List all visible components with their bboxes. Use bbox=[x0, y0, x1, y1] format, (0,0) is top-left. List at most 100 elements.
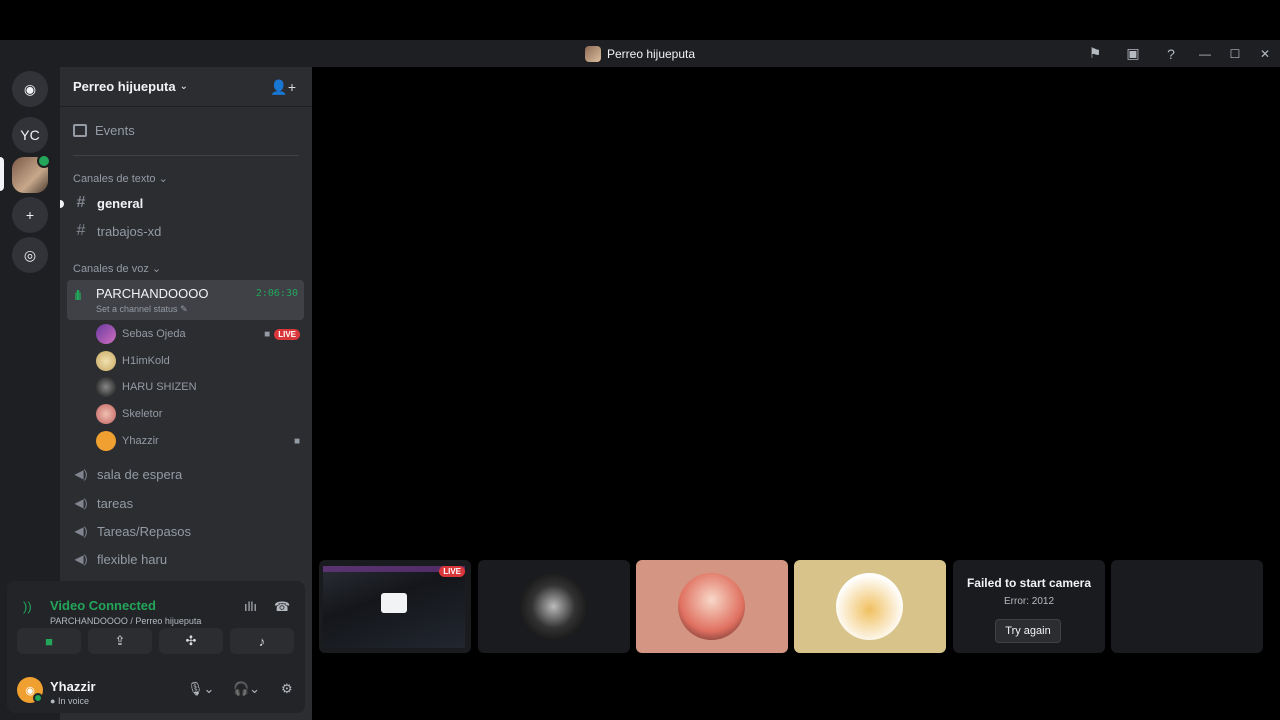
channel-status-text: Set a channel status bbox=[96, 304, 178, 314]
calendar-icon bbox=[73, 124, 87, 137]
voice-controls: ■ ⇪ ✣ ♪ bbox=[17, 628, 294, 654]
unread-indicator bbox=[60, 200, 64, 208]
voice-channel-parchandoooo[interactable]: ıllı PARCHANDOOOO Set a channel status ✎… bbox=[67, 280, 304, 320]
maximize-icon[interactable]: ☐ bbox=[1220, 40, 1250, 67]
channel-general[interactable]: # general bbox=[73, 190, 299, 216]
title-bar: Perreo hijueputa ⚑ ▣ ? — ☐ ✕ bbox=[0, 40, 1280, 67]
stream-tile[interactable]: LIVE bbox=[319, 560, 471, 653]
video-stage: LIVE Failed to start camera Error: 2012 … bbox=[312, 67, 1280, 720]
flag-icon[interactable]: ⚑ bbox=[1076, 40, 1114, 67]
live-badge: LIVE bbox=[439, 566, 465, 577]
user-name: Yhazzir bbox=[50, 679, 96, 694]
category-voice[interactable]: Canales de voz ⌄ bbox=[73, 262, 161, 275]
activities-button[interactable]: ✣ bbox=[159, 628, 223, 654]
participant-tile[interactable] bbox=[794, 560, 946, 653]
status-dot bbox=[33, 693, 43, 703]
top-black-bar bbox=[0, 0, 1280, 40]
channel-label: Tareas/Repasos bbox=[97, 523, 191, 539]
try-again-button[interactable]: Try again bbox=[995, 619, 1061, 643]
participant-tile[interactable] bbox=[478, 560, 630, 653]
channel-label: trabajos-xd bbox=[97, 223, 162, 239]
channel-flexible-haru[interactable]: ◀) flexible haru bbox=[73, 546, 299, 572]
window-title: Perreo hijueputa bbox=[584, 45, 696, 62]
explore-icon[interactable]: ◎ bbox=[12, 237, 48, 273]
voice-channel-name: PARCHANDOOOO bbox=[96, 286, 209, 301]
avatar bbox=[836, 573, 903, 640]
channel-sala-de-espera[interactable]: ◀) sala de espera bbox=[73, 461, 299, 487]
category-text[interactable]: Canales de texto ⌄ bbox=[73, 172, 168, 185]
voice-user-name: Sebas Ojeda bbox=[122, 328, 186, 340]
voice-user[interactable]: Sebas Ojeda ■ LIVE bbox=[96, 323, 300, 345]
disconnect-icon[interactable]: ☎ bbox=[274, 599, 290, 615]
user-status: ● In voice bbox=[50, 696, 89, 706]
category-voice-label: Canales de voz bbox=[73, 263, 149, 275]
noise-suppression-icon[interactable]: ıllı bbox=[244, 599, 257, 614]
channel-trabajos-xd[interactable]: # trabajos-xd bbox=[73, 218, 299, 244]
invite-people-icon[interactable]: 👤+ bbox=[270, 79, 296, 96]
minimize-icon[interactable]: — bbox=[1190, 40, 1220, 67]
events-item[interactable]: Events bbox=[73, 123, 135, 138]
voice-user-name: HARU SHIZEN bbox=[122, 381, 197, 393]
divider bbox=[73, 155, 299, 156]
hash-icon: # bbox=[76, 222, 86, 239]
screen-share-button[interactable]: ⇪ bbox=[88, 628, 152, 654]
voice-timer: 2:06:30 bbox=[255, 288, 298, 299]
user-area: ◉ Yhazzir ● In voice 🎙⌄ 🎧⌄ ⚙ bbox=[17, 677, 297, 717]
guild-yc-label: YC bbox=[20, 127, 40, 143]
camera-button[interactable]: ■ bbox=[17, 628, 81, 654]
channel-tareas-repasos[interactable]: ◀) Tareas/Repasos bbox=[73, 518, 299, 544]
voice-activity-icon: ıllı bbox=[74, 287, 82, 303]
guild-yc[interactable]: YC bbox=[12, 117, 48, 153]
voice-connected-title: Video Connected bbox=[50, 598, 156, 613]
speaker-icon: ◀) bbox=[74, 467, 88, 481]
titlebar-icons: ⚑ ▣ ? — ☐ ✕ bbox=[1076, 40, 1280, 67]
user-status-text: In voice bbox=[57, 696, 89, 706]
chevron-down-icon: ⌄ bbox=[179, 81, 188, 92]
soundboard-button[interactable]: ♪ bbox=[230, 628, 294, 654]
discord-home-icon[interactable]: ◉ bbox=[12, 71, 48, 107]
voice-user[interactable]: Yhazzir ■ bbox=[96, 430, 300, 452]
server-name: Perreo hijueputa bbox=[73, 79, 176, 94]
channel-label: flexible haru bbox=[97, 551, 168, 567]
voice-user[interactable]: HARU SHIZEN bbox=[96, 376, 300, 398]
channel-label: sala de espera bbox=[97, 466, 183, 482]
window-title-text: Perreo hijueputa bbox=[606, 46, 696, 61]
close-icon[interactable]: ✕ bbox=[1250, 40, 1280, 67]
camera-failed-title: Failed to start camera bbox=[966, 576, 1092, 590]
live-badge: LIVE bbox=[274, 328, 300, 340]
avatar bbox=[678, 573, 745, 640]
voice-panel: )) Video Connected PARCHANDOOOO / Perreo… bbox=[7, 581, 305, 713]
monitor-icon bbox=[381, 593, 407, 613]
voice-connected-subtitle[interactable]: PARCHANDOOOO / Perreo hijueputa bbox=[50, 616, 201, 626]
microphone-icon[interactable]: 🎙⌄ bbox=[187, 681, 214, 697]
headphones-icon[interactable]: 🎧⌄ bbox=[233, 681, 260, 697]
settings-gear-icon[interactable]: ⚙ bbox=[281, 681, 293, 697]
camera-failed-error: Error: 2012 bbox=[1003, 596, 1055, 607]
camera-failed-tile: Failed to start camera Error: 2012 Try a… bbox=[953, 560, 1105, 653]
guild-current-server[interactable] bbox=[12, 154, 51, 193]
speaker-icon: ◀) bbox=[74, 524, 88, 538]
voice-user[interactable]: H1imKold bbox=[96, 350, 300, 372]
avatar bbox=[96, 324, 116, 344]
voice-user-name: H1imKold bbox=[122, 355, 170, 367]
add-server-icon[interactable]: + bbox=[12, 197, 48, 233]
hash-icon: # bbox=[76, 194, 86, 211]
screen-share-icon[interactable]: ▣ bbox=[1114, 40, 1152, 67]
events-label: Events bbox=[95, 123, 135, 138]
participant-tile[interactable] bbox=[636, 560, 788, 653]
channel-tareas[interactable]: ◀) tareas bbox=[73, 490, 299, 516]
camera-icon: ■ bbox=[293, 435, 300, 447]
channel-status[interactable]: Set a channel status ✎ bbox=[96, 304, 188, 315]
voice-user-name: Skeletor bbox=[122, 408, 163, 420]
signal-icon[interactable]: )) bbox=[23, 599, 32, 614]
selected-server-pill bbox=[0, 157, 4, 191]
avatar bbox=[520, 573, 587, 640]
help-icon[interactable]: ? bbox=[1152, 40, 1190, 67]
server-avatar-icon bbox=[584, 45, 601, 62]
voice-user[interactable]: Skeletor bbox=[96, 403, 300, 425]
speaker-icon: ◀) bbox=[74, 496, 88, 510]
server-header[interactable]: Perreo hijueputa ⌄ 👤+ bbox=[60, 67, 312, 107]
voice-user-name: Yhazzir bbox=[122, 435, 159, 447]
camera-icon: ■ bbox=[264, 328, 271, 340]
voice-active-badge-icon bbox=[37, 154, 51, 168]
